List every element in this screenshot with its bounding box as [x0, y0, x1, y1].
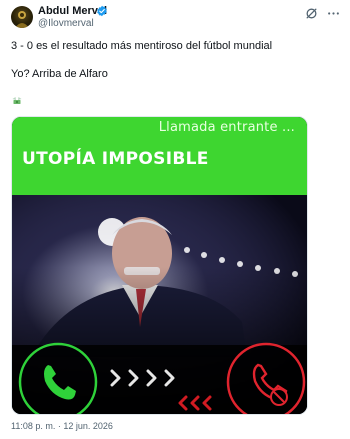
- grok-icon[interactable]: [304, 6, 318, 20]
- avatar[interactable]: [11, 6, 33, 28]
- timestamp[interactable]: 11:08 p. m. · 12 jun. 2026: [11, 421, 113, 432]
- header-actions: [304, 6, 340, 20]
- money-with-wings-emoji: [12, 97, 22, 104]
- handle[interactable]: @Ilovmerval: [38, 18, 94, 30]
- avatar-image: [15, 11, 29, 28]
- tweet-text-line-1: 3 - 0 es el resultado más mentiroso del …: [11, 40, 273, 52]
- verified-badge-icon: [97, 5, 107, 17]
- tweet-text-line-2: Yo? Arriba de Alfaro: [11, 68, 108, 80]
- media-video[interactable]: Llamada entrante ... UTOPÍA IMPOSIBLE: [11, 116, 308, 415]
- banner-text: UTOPÍA IMPOSIBLE: [22, 149, 209, 169]
- tweet: Abdul Merval @Ilovmerval 3 - 0 es el res…: [0, 0, 350, 439]
- incoming-call-text: Llamada entrante ...: [158, 120, 295, 135]
- more-icon[interactable]: [326, 6, 340, 20]
